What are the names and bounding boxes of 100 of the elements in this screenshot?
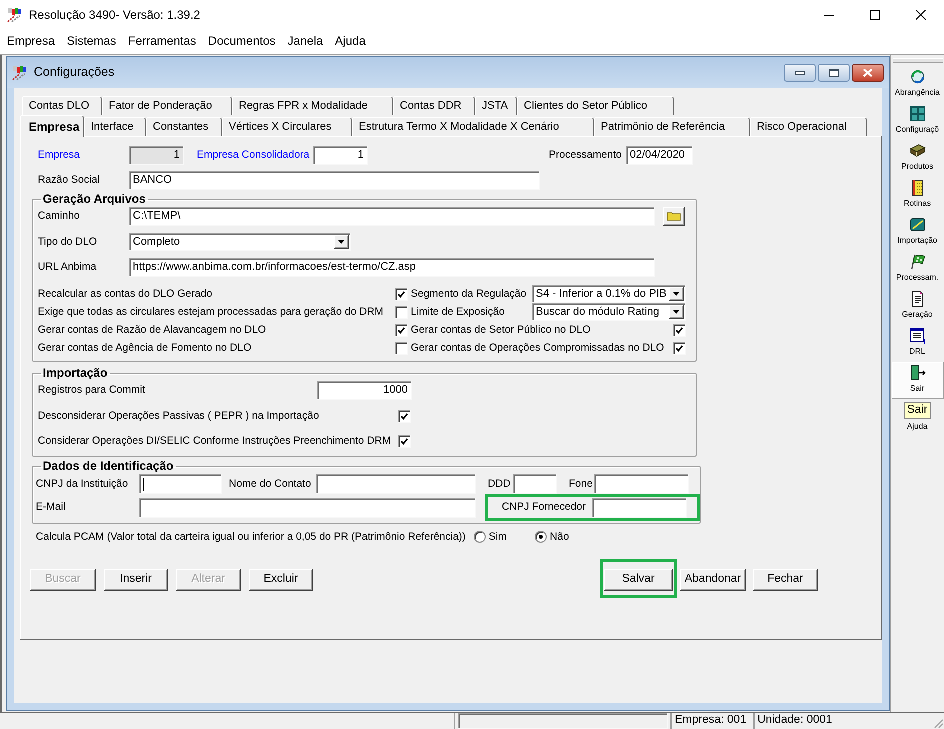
field-label: Nome do Contato	[229, 478, 312, 490]
close-button[interactable]: Fechar	[753, 568, 818, 591]
checkbox[interactable]	[395, 288, 408, 300]
option-label: Gerar contas de Operações Compromissadas no DLO	[411, 342, 664, 354]
checkmark-icon	[398, 290, 405, 298]
text-field[interactable]: C:\TEMP\	[129, 207, 655, 226]
dropdown-button[interactable]	[334, 235, 349, 249]
radio-label: Não	[550, 530, 570, 544]
tab[interactable]: Empresa	[20, 115, 84, 137]
radio-button[interactable]	[474, 531, 486, 543]
toolbar-button[interactable]: Processam.	[892, 251, 944, 288]
tab[interactable]: Risco Operacional	[750, 117, 867, 136]
radio-label: Sim	[488, 530, 508, 544]
checkbox[interactable]	[395, 324, 408, 336]
app-icon	[12, 64, 28, 80]
browse-folder-button[interactable]	[663, 207, 685, 226]
text-field[interactable]	[316, 474, 476, 494]
chart-tile-icon	[910, 217, 926, 233]
option-label: Limite de Exposição	[411, 306, 505, 318]
tab[interactable]: Fator de Ponderação	[102, 96, 232, 115]
toolbar-button[interactable]: Produtos	[892, 140, 944, 177]
maximize-icon	[870, 10, 880, 20]
radio-button[interactable]	[535, 531, 548, 543]
checkbox[interactable]	[395, 306, 408, 318]
dropdown[interactable]: Completo	[129, 233, 351, 251]
menu-item[interactable]: Empresa	[7, 32, 56, 50]
checkbox[interactable]	[398, 410, 411, 422]
close-window-button[interactable]	[852, 64, 884, 82]
option-label: Gerar contas de Setor Público no DLO	[411, 324, 591, 336]
toolbar-button[interactable]: DRL	[892, 325, 944, 362]
text-field[interactable]: 1000	[317, 381, 412, 400]
tab[interactable]: Constantes	[146, 117, 222, 136]
discard-button[interactable]: Abandonar	[680, 568, 746, 591]
tab[interactable]: Estrutura Termo X Modalidade X Cenário	[352, 117, 594, 136]
text-field[interactable]	[139, 498, 476, 518]
dropdown-button[interactable]	[669, 287, 684, 301]
toolbar-button[interactable]: Abrangência	[892, 66, 944, 103]
option-label: Segmento da Regulação	[411, 288, 527, 300]
save-button[interactable]: Salvar	[604, 568, 673, 591]
checkbox[interactable]	[673, 342, 686, 354]
grid-icon	[910, 106, 926, 122]
toolbar-button[interactable]: Sair Ajuda	[892, 399, 944, 436]
tab[interactable]: JSTA	[475, 96, 517, 115]
delete-button[interactable]: Excluir	[249, 568, 313, 591]
text-field[interactable]	[139, 474, 222, 494]
close-icon	[916, 10, 926, 20]
tab[interactable]: Regras FPR x Modalidade	[232, 96, 393, 115]
checkbox[interactable]	[395, 342, 408, 354]
checkmark-icon	[401, 412, 408, 420]
tab[interactable]: Contas DLO	[22, 96, 102, 115]
circular-arrows-icon	[910, 69, 926, 85]
group-title: Importação	[42, 367, 109, 380]
tab[interactable]: Vértices X Circulares	[222, 117, 352, 136]
menu-item[interactable]: Documentos	[208, 32, 276, 50]
toolbar-button[interactable]: Geração	[892, 288, 944, 325]
insert-button[interactable]: Inserir	[104, 568, 168, 591]
text-field[interactable]: https://www.anbima.com.br/informacoes/est-termo/CZ.asp	[129, 258, 655, 277]
dropdown-button[interactable]	[669, 305, 684, 319]
checkmark-icon	[676, 344, 683, 352]
minimize-icon	[824, 14, 834, 16]
tab[interactable]: Interface	[84, 117, 146, 136]
tab[interactable]: Contas DDR	[393, 96, 475, 115]
group-title: Dados de Identificação	[42, 460, 175, 473]
menu-item[interactable]: Sistemas	[67, 32, 116, 50]
tab[interactable]: Clientes do Setor Público	[517, 96, 674, 115]
toolbar-button[interactable]: Rotinas	[892, 177, 944, 214]
menu-item[interactable]: Janela	[288, 32, 324, 50]
text-field[interactable]	[592, 498, 687, 518]
field-label: URL Anbima	[38, 261, 98, 274]
restore-icon	[829, 68, 839, 76]
caret-icon	[673, 292, 680, 296]
text-field[interactable]: 02/04/2020	[626, 146, 693, 165]
option-label: Exige que todas as circulares estejam processadas para geração do DRM	[38, 306, 385, 318]
text-field[interactable]: BANCO	[129, 171, 540, 190]
toolbar-button[interactable]: Sair	[892, 362, 944, 399]
dropdown[interactable]: S4 - Inferior a 0.1% do PIB	[532, 285, 686, 303]
status-text: Empresa: 001	[670, 713, 751, 729]
field-label: CNPJ da Instituição	[36, 478, 130, 490]
toolbar-button[interactable]: Importação	[892, 214, 944, 251]
checkmark-icon	[401, 438, 408, 444]
caret-icon	[673, 310, 680, 314]
book-icon	[910, 143, 926, 159]
child-window-title: Configurações	[34, 64, 115, 82]
text-field[interactable]: 1	[313, 146, 368, 165]
option-label: Calcula PCAM (Valor total da carteira igual ou inferior a 0,05 do PR (Patrimônio Referência))	[36, 530, 466, 544]
menu-item[interactable]: Ajuda	[335, 32, 366, 50]
minimize-button[interactable]	[784, 64, 816, 82]
dropdown[interactable]: Buscar do módulo Rating	[532, 303, 686, 321]
menu-item[interactable]: Ferramentas	[128, 32, 196, 50]
text-field[interactable]	[513, 474, 557, 494]
tab[interactable]: Patrimônio de Referência	[594, 117, 750, 136]
toolbar-button[interactable]: Configuraçõ	[892, 103, 944, 140]
checkbox[interactable]	[673, 324, 686, 336]
restore-button[interactable]	[818, 64, 850, 82]
flag-icon	[910, 254, 926, 270]
text-field[interactable]	[594, 474, 689, 494]
checkbox[interactable]	[398, 434, 411, 448]
option-label: Gerar contas de Agência de Fomento no DLO	[38, 342, 253, 354]
field-label: Razão Social	[38, 174, 101, 187]
exit-door-icon	[910, 365, 926, 381]
